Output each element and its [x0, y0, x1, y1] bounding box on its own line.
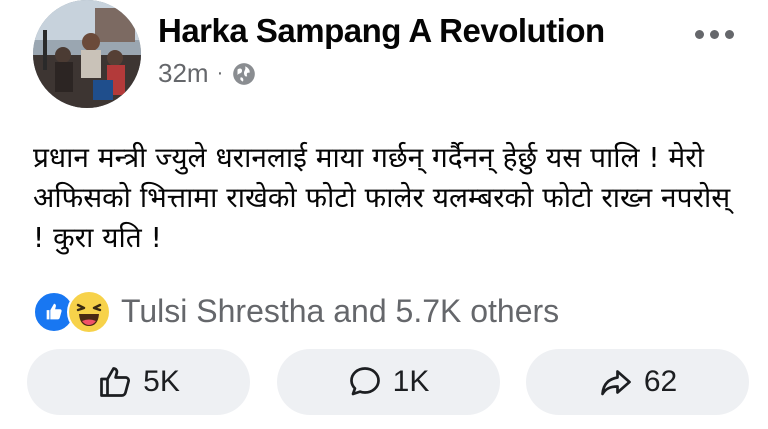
haha-reaction-icon: [67, 290, 111, 334]
meta-separator: ·: [216, 62, 224, 84]
more-dot: [695, 30, 704, 39]
more-options-icon[interactable]: [695, 30, 734, 39]
comment-button[interactable]: 1K: [276, 349, 500, 415]
post-author-name[interactable]: Harka Sampang A Revolution: [158, 12, 605, 50]
author-avatar[interactable]: [33, 0, 141, 108]
avatar-photo: [33, 0, 141, 108]
reaction-icons: [33, 290, 115, 334]
post-body-text: प्रधान मन्त्री ज्युले धरानलाई माया गर्छन…: [33, 141, 731, 254]
share-button[interactable]: 62: [526, 349, 749, 415]
post-actions-bar: 5K 1K 62: [27, 349, 749, 415]
share-icon: [600, 370, 631, 396]
post-timestamp[interactable]: 32m: [158, 58, 209, 89]
comment-icon: [349, 367, 380, 396]
globe-icon: [233, 62, 256, 85]
reactions-row[interactable]: Tulsi Shrestha and 5.7K others: [33, 290, 559, 334]
more-dot: [710, 30, 719, 39]
like-count: 5K: [143, 365, 180, 398]
share-count: 62: [643, 365, 678, 398]
thumbs-up-icon: [100, 367, 131, 397]
more-dot: [725, 30, 734, 39]
comment-count: 1K: [392, 365, 430, 398]
reactions-summary[interactable]: Tulsi Shrestha and 5.7K others: [121, 293, 559, 330]
like-button[interactable]: 5K: [27, 349, 250, 415]
post-meta: 32m ·: [158, 58, 257, 89]
